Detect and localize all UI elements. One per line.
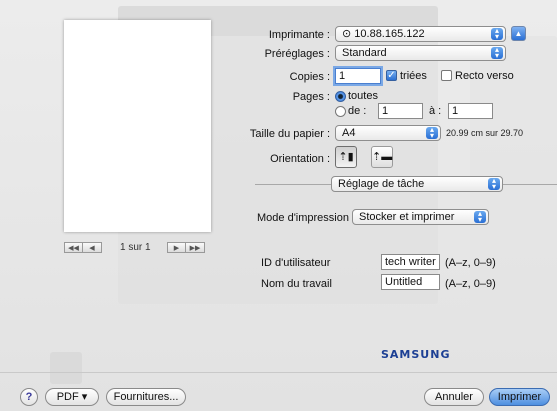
copies-field[interactable]: 1 [335,68,381,84]
previous-page-button[interactable]: ◀ [83,242,102,253]
duplex-checkbox[interactable] [441,70,452,81]
printer-label: Imprimante : [268,29,330,41]
bottom-divider [0,372,557,373]
popup-arrows-icon: ▴ ▾ [426,126,438,140]
user-id-field[interactable]: tech writer [381,254,440,270]
first-page-button[interactable]: ◀◀ [64,242,83,253]
printer-value: 10.88.165.122 [354,28,425,40]
pages-all-label: toutes [348,90,378,102]
landscape-icon: ⇡▬ [372,151,393,163]
copies-label: Copies : [289,71,330,83]
disclosure-button[interactable]: ▲ [511,26,526,41]
print-button[interactable]: Imprimer [489,388,550,406]
job-name-hint: (A–z, 0–9) [445,278,496,290]
samsung-logo: SAMSUNG [381,348,451,361]
pages-to-label: à : [429,105,442,117]
background-tile [50,352,82,384]
user-id-hint: (A–z, 0–9) [445,257,496,269]
pdf-menu-button[interactable]: PDF ▾ [45,388,99,406]
pages-label: Pages : [292,91,330,103]
collated-label: triées [400,70,427,82]
presets-label: Préréglages : [264,48,330,60]
options-panel-select[interactable]: Réglage de tâche ▴ ▾ [331,176,503,192]
paper-size-value: A4 [342,127,356,139]
job-name-field[interactable]: Untitled [381,274,440,290]
landscape-button[interactable]: ⇡▬ [371,146,393,168]
duplex-label: Recto verso [455,70,514,82]
pages-from-label: de : [348,105,367,117]
printer-select[interactable]: ⊙ 10.88.165.122 ▴ ▾ [335,26,506,42]
page-count: 1 sur 1 [120,242,151,253]
print-mode-select[interactable]: Stocker et imprimer ▴ ▾ [352,209,489,225]
presets-value: Standard [342,47,387,59]
pages-from-field[interactable]: 1 [378,103,423,119]
presets-select[interactable]: Standard ▴ ▾ [335,45,506,61]
portrait-icon: ⇡▮ [338,151,354,163]
pages-to-field[interactable]: 1 [448,103,493,119]
printer-status-icon: ⊙ [342,28,355,40]
popup-arrows-icon: ▴ ▾ [491,27,503,41]
options-panel-value: Réglage de tâche [338,178,425,190]
help-button[interactable]: ? [20,388,38,406]
divider-right [503,184,557,185]
pages-range-radio[interactable] [335,106,346,117]
popup-arrows-icon: ▴ ▾ [491,46,503,60]
orientation-label: Orientation : [270,153,330,165]
next-page-button[interactable]: ▶ [167,242,186,253]
job-name-label: Nom du travail [261,278,332,290]
paper-size-label: Taille du papier : [249,128,330,140]
print-mode-label: Mode d'impression [257,212,349,224]
paper-dimensions: 20.99 cm sur 29.70 [446,128,524,138]
cancel-button[interactable]: Annuler [424,388,484,406]
print-mode-value: Stocker et imprimer [359,211,455,223]
supplies-button[interactable]: Fournitures... [106,388,186,406]
preview-nav-forward: ▶ ▶▶ [167,242,205,254]
print-dialog: ◀◀ ◀ 1 sur 1 ▶ ▶▶ Imprimante : ⊙ 10.88.1… [0,0,557,411]
portrait-button[interactable]: ⇡▮ [335,146,357,168]
popup-arrows-icon: ▴ ▾ [474,210,486,224]
divider-left [255,184,331,185]
pages-all-radio[interactable] [335,91,346,102]
last-page-button[interactable]: ▶▶ [186,242,205,253]
user-id-label: ID d'utilisateur [261,257,331,269]
collapse-arrow-icon: ▲ [514,29,523,38]
page-preview [64,20,211,232]
collated-checkbox[interactable]: ✓ [386,70,397,81]
preview-nav-back: ◀◀ ◀ [64,242,102,254]
popup-arrows-icon: ▴ ▾ [488,177,500,191]
paper-size-select[interactable]: A4 ▴ ▾ [335,125,441,141]
